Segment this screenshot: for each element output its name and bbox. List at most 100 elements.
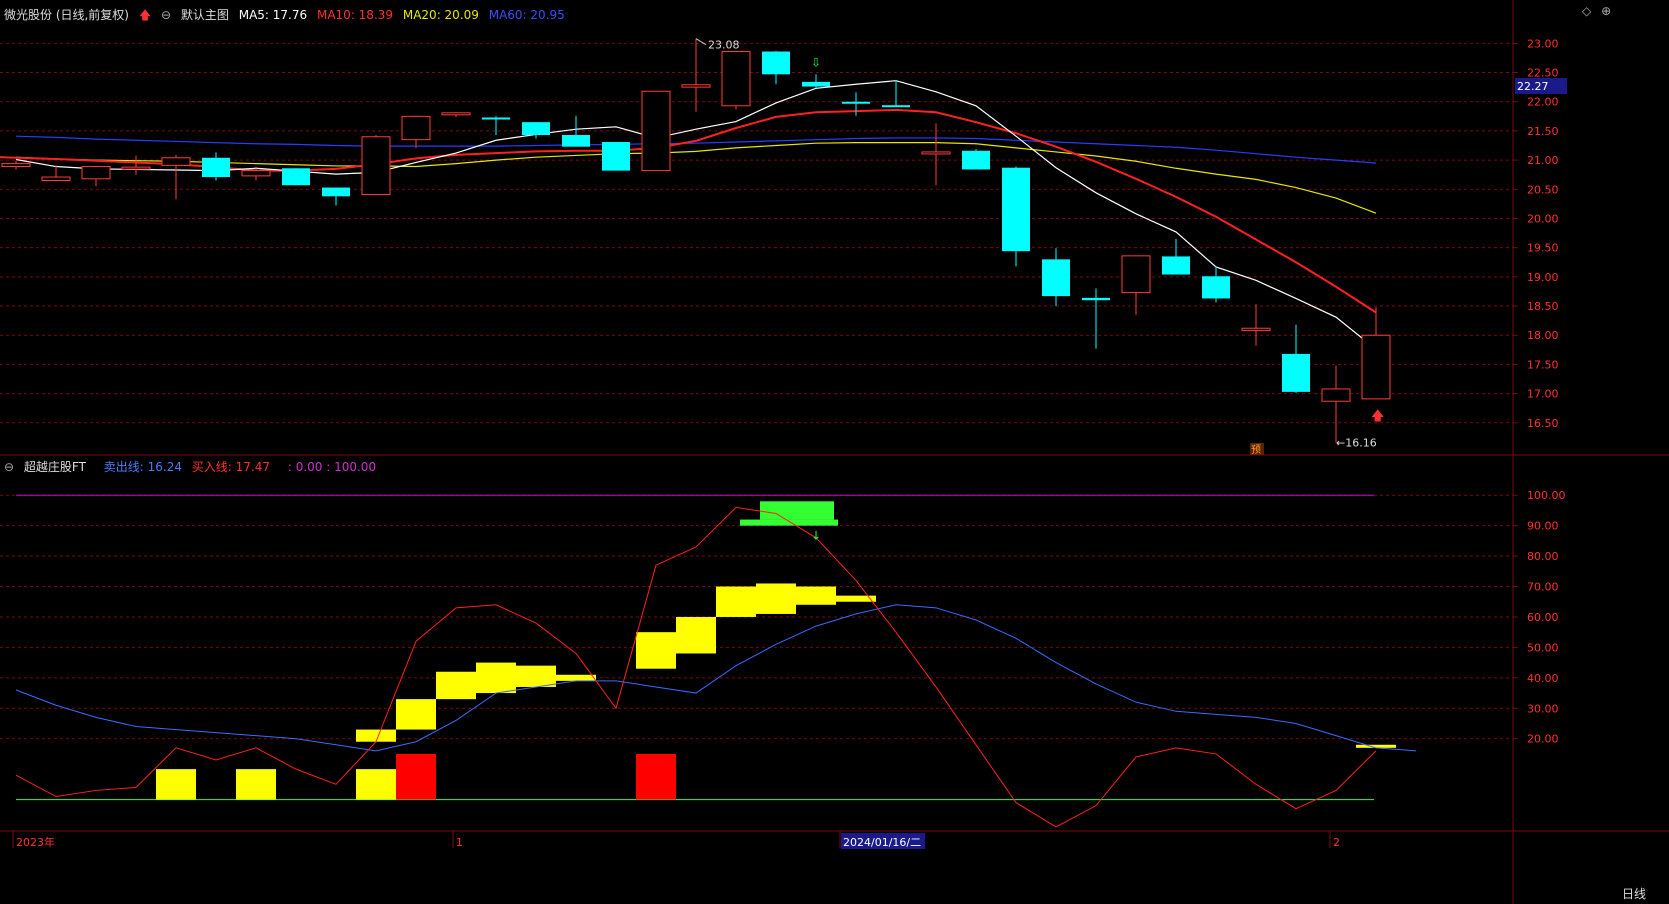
ma20-value: MA20: 20.09: [402, 8, 479, 22]
candle-body: [1121, 255, 1151, 294]
diamond-icon[interactable]: ◇: [1582, 4, 1591, 18]
candle-body: [401, 115, 431, 141]
green-down-arrow-icon: ↓: [811, 529, 821, 543]
indicator-header: ⊖ 超越庄股FT 卖出线: 16.24 买入线: 17.47 : 0.00 : …: [4, 458, 382, 475]
indicator-title[interactable]: 超越庄股FT: [24, 460, 86, 474]
indicator-tick-label: 100.00: [1527, 489, 1566, 502]
green-signal-base: [740, 519, 838, 526]
candle-body: [962, 150, 990, 170]
red-signal-block: [636, 753, 676, 800]
stock-chart[interactable]: ↓ 23.00 22.50 22.00 21.50 21.00 20.50 20.00 19.…: [0, 0, 1669, 904]
green-down-arrow-icon: ⇩: [811, 56, 821, 70]
candle-body: [1162, 256, 1190, 275]
price-tick-label: 18.00: [1527, 329, 1559, 342]
candle-body: [482, 117, 510, 120]
price-tick-label: 19.50: [1527, 242, 1559, 255]
yellow-signal-block: [756, 583, 796, 614]
pre-label: 预: [1251, 444, 1261, 456]
candle-body: [361, 136, 391, 196]
candle-body: [1002, 167, 1030, 252]
candle-body: [1202, 276, 1230, 299]
candle-body: [641, 90, 671, 172]
candle-body: [762, 51, 790, 75]
expand-icon[interactable]: ⊕: [1601, 4, 1611, 18]
current-price-label: 22.27: [1517, 80, 1549, 93]
sell-line-value: 卖出线: 16.24: [103, 460, 182, 474]
candle-body: [202, 157, 230, 178]
price-tick-label: 23.00: [1527, 37, 1559, 50]
price-tick-label: 19.00: [1527, 271, 1559, 284]
indicator-tick-label: 90.00: [1527, 520, 1559, 533]
candle-body: [1282, 353, 1310, 392]
price-tick-label: 18.50: [1527, 300, 1559, 313]
red-up-arrow-icon: 🡅: [1371, 409, 1384, 424]
candle-body: [121, 166, 151, 170]
date-label: 2023年: [16, 835, 55, 849]
period-label[interactable]: 日线: [1622, 885, 1646, 902]
red-up-arrow-icon[interactable]: 🡅: [139, 8, 151, 22]
date-label: 2: [1333, 836, 1340, 849]
yellow-signal-block: [556, 674, 596, 681]
main-chart-header: 微光股份 (日线,前复权) 🡅 ⊖ 默认主图 MA5: 17.76 MA10: …: [4, 6, 571, 27]
ma10-value: MA10: 18.39: [316, 8, 394, 22]
circle-toggle-icon[interactable]: ⊖: [161, 8, 171, 22]
candle-body: [81, 166, 111, 180]
candle-body: [441, 112, 471, 116]
yellow-signal-block: [476, 662, 516, 694]
yellow-signal-block: [156, 769, 196, 800]
yellow-signal-block: [716, 586, 756, 617]
yellow-signal-block: [356, 729, 396, 742]
template-name[interactable]: 默认主图: [181, 8, 229, 22]
candle-body: [282, 168, 310, 186]
date-label: 1: [456, 836, 463, 849]
yellow-signal-block: [516, 665, 556, 687]
candle-body: [161, 157, 191, 166]
red-signal-block: [396, 753, 436, 800]
price-tick-label: 17.50: [1527, 358, 1559, 371]
candle-body: [842, 101, 870, 104]
candle-body: [562, 135, 590, 147]
price-tick-label: 21.00: [1527, 154, 1559, 167]
price-tick-label: 20.50: [1527, 183, 1559, 196]
yellow-signal-block: [236, 769, 276, 800]
extra-values: : 0.00 : 100.00: [287, 460, 377, 474]
indicator-tick-label: 20.00: [1527, 733, 1559, 746]
price-tick-label: 21.50: [1527, 125, 1559, 138]
candle-body: [882, 105, 910, 108]
circle-toggle-icon[interactable]: ⊖: [4, 460, 14, 474]
candle-body: [1082, 297, 1110, 301]
indicator-tick-label: 30.00: [1527, 702, 1559, 715]
date-label: 2024/01/16/二: [843, 836, 921, 849]
candle-body: [1241, 327, 1271, 332]
price-tick-label: 22.50: [1527, 67, 1559, 80]
candle-body: [1042, 259, 1070, 297]
indicator-tick-label: 50.00: [1527, 641, 1559, 654]
candle-body: [1361, 334, 1391, 400]
stock-title[interactable]: 微光股份 (日线,前复权): [4, 8, 129, 22]
candle-body: [921, 151, 951, 155]
candle-body: [522, 122, 550, 136]
indicator-tick-label: 40.00: [1527, 672, 1559, 685]
candle-body: [602, 142, 630, 171]
candle-body: [681, 84, 711, 88]
indicator-tick-label: 60.00: [1527, 611, 1559, 624]
ma5-value: MA5: 17.76: [238, 8, 308, 22]
candle-body: [241, 170, 271, 177]
indicator-tick-label: 70.00: [1527, 581, 1559, 594]
candle-body: [802, 81, 830, 87]
top-right-controls: ◇ ⊕: [1582, 4, 1611, 18]
candle-body: [41, 176, 71, 182]
candle-body: [1321, 388, 1351, 402]
yellow-signal-block: [436, 671, 476, 700]
candle-body: [721, 51, 751, 107]
green-signal-block: [760, 501, 834, 520]
indicator-tick-label: 80.00: [1527, 550, 1559, 563]
price-tick-label: 20.00: [1527, 212, 1559, 225]
buy-line-value: 买入线: 17.47: [191, 460, 271, 474]
yellow-signal-block: [636, 632, 676, 669]
candle-body: [322, 187, 350, 197]
yellow-signal-block: [396, 699, 436, 730]
yellow-signal-block: [676, 616, 716, 654]
price-tick-label: 17.00: [1527, 388, 1559, 401]
low-label: ←16.16: [1336, 437, 1377, 450]
